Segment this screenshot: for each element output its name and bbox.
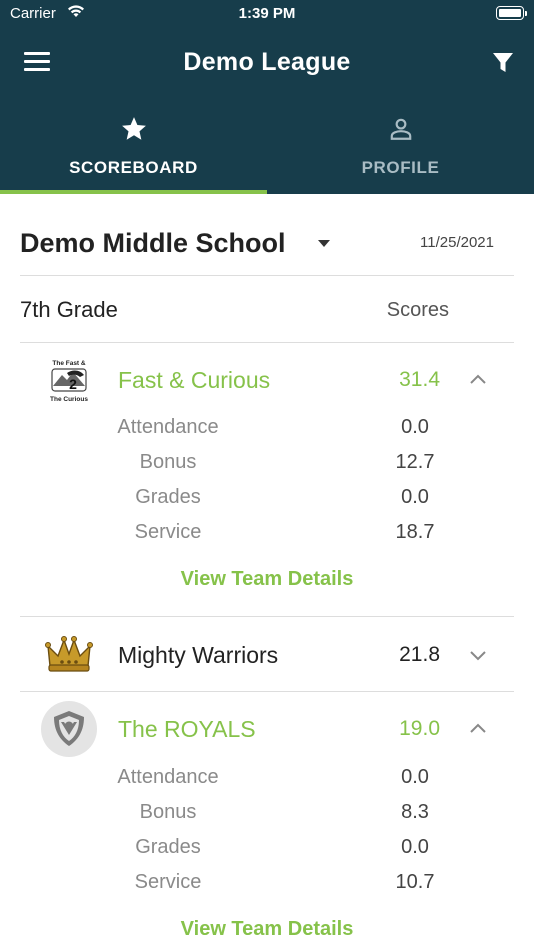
school-selector[interactable]: Demo Middle School 11/25/2021: [20, 226, 514, 266]
team-total-score: 31.4: [399, 368, 440, 391]
stat-value-service: 10.7: [395, 871, 435, 893]
team-name[interactable]: Mighty Warriors: [118, 642, 278, 669]
team-total-score: 21.8: [399, 643, 440, 666]
divider: [20, 616, 514, 617]
stat-value-bonus: 12.7: [395, 451, 435, 473]
team-logo-fast-curious: The Fast & 2 The Curious: [40, 353, 98, 411]
chevron-down-icon[interactable]: [468, 645, 488, 665]
caret-down-icon[interactable]: [318, 240, 330, 247]
tab-scoreboard[interactable]: SCOREBOARD: [0, 108, 267, 194]
svg-text:2: 2: [69, 376, 77, 392]
school-name[interactable]: Demo Middle School: [20, 228, 286, 259]
stat-value-attendance: 0.0: [401, 766, 429, 788]
status-time: 1:39 PM: [238, 5, 296, 22]
divider: [20, 691, 514, 692]
stat-label-service: Service: [134, 871, 202, 893]
stat-label-grades: Grades: [135, 486, 201, 508]
scoreboard-date: 11/25/2021: [420, 234, 494, 251]
stat-label-attendance: Attendance: [117, 766, 219, 788]
chevron-up-icon[interactable]: [468, 370, 488, 390]
active-tab-indicator: [0, 190, 267, 194]
stat-label-service: Service: [134, 521, 202, 543]
stat-value-attendance: 0.0: [401, 416, 429, 438]
page-title: Demo League: [183, 48, 351, 76]
divider: [20, 275, 514, 276]
status-bar: Carrier 1:39 PM: [0, 0, 534, 30]
divider: [20, 342, 514, 343]
app-header: Demo League SCOREBOARD PROFILE: [0, 30, 534, 194]
tab-profile-label: PROFILE: [361, 158, 440, 177]
stat-label-attendance: Attendance: [117, 416, 219, 438]
stat-label-grades: Grades: [135, 836, 201, 858]
grade-label: 7th Grade: [20, 297, 118, 322]
team-total-score: 19.0: [399, 717, 440, 740]
view-team-details-link[interactable]: View Team Details: [0, 918, 534, 941]
battery-icon: [496, 6, 527, 20]
tab-profile[interactable]: PROFILE: [267, 108, 534, 194]
logo-text-top: The Fast &: [52, 360, 86, 367]
shield-logo-icon: [40, 700, 98, 758]
team-name[interactable]: The ROYALS: [118, 716, 256, 743]
scores-column-label: Scores: [386, 299, 449, 321]
stat-label-bonus: Bonus: [139, 451, 197, 473]
star-icon: [0, 114, 267, 144]
logo-text-bottom: The Curious: [50, 396, 88, 403]
person-icon: [267, 114, 534, 144]
stat-value-bonus: 8.3: [401, 801, 429, 823]
stat-value-grades: 0.0: [401, 836, 429, 858]
stat-value-grades: 0.0: [401, 486, 429, 508]
team-name[interactable]: Fast & Curious: [118, 367, 270, 394]
filter-icon[interactable]: [492, 52, 514, 79]
stat-value-service: 18.7: [395, 521, 435, 543]
chevron-up-icon[interactable]: [468, 719, 488, 739]
view-team-details-link[interactable]: View Team Details: [0, 568, 534, 591]
tab-scoreboard-label: SCOREBOARD: [69, 158, 198, 177]
stat-label-bonus: Bonus: [139, 801, 197, 823]
crown-logo-icon: [40, 626, 98, 684]
